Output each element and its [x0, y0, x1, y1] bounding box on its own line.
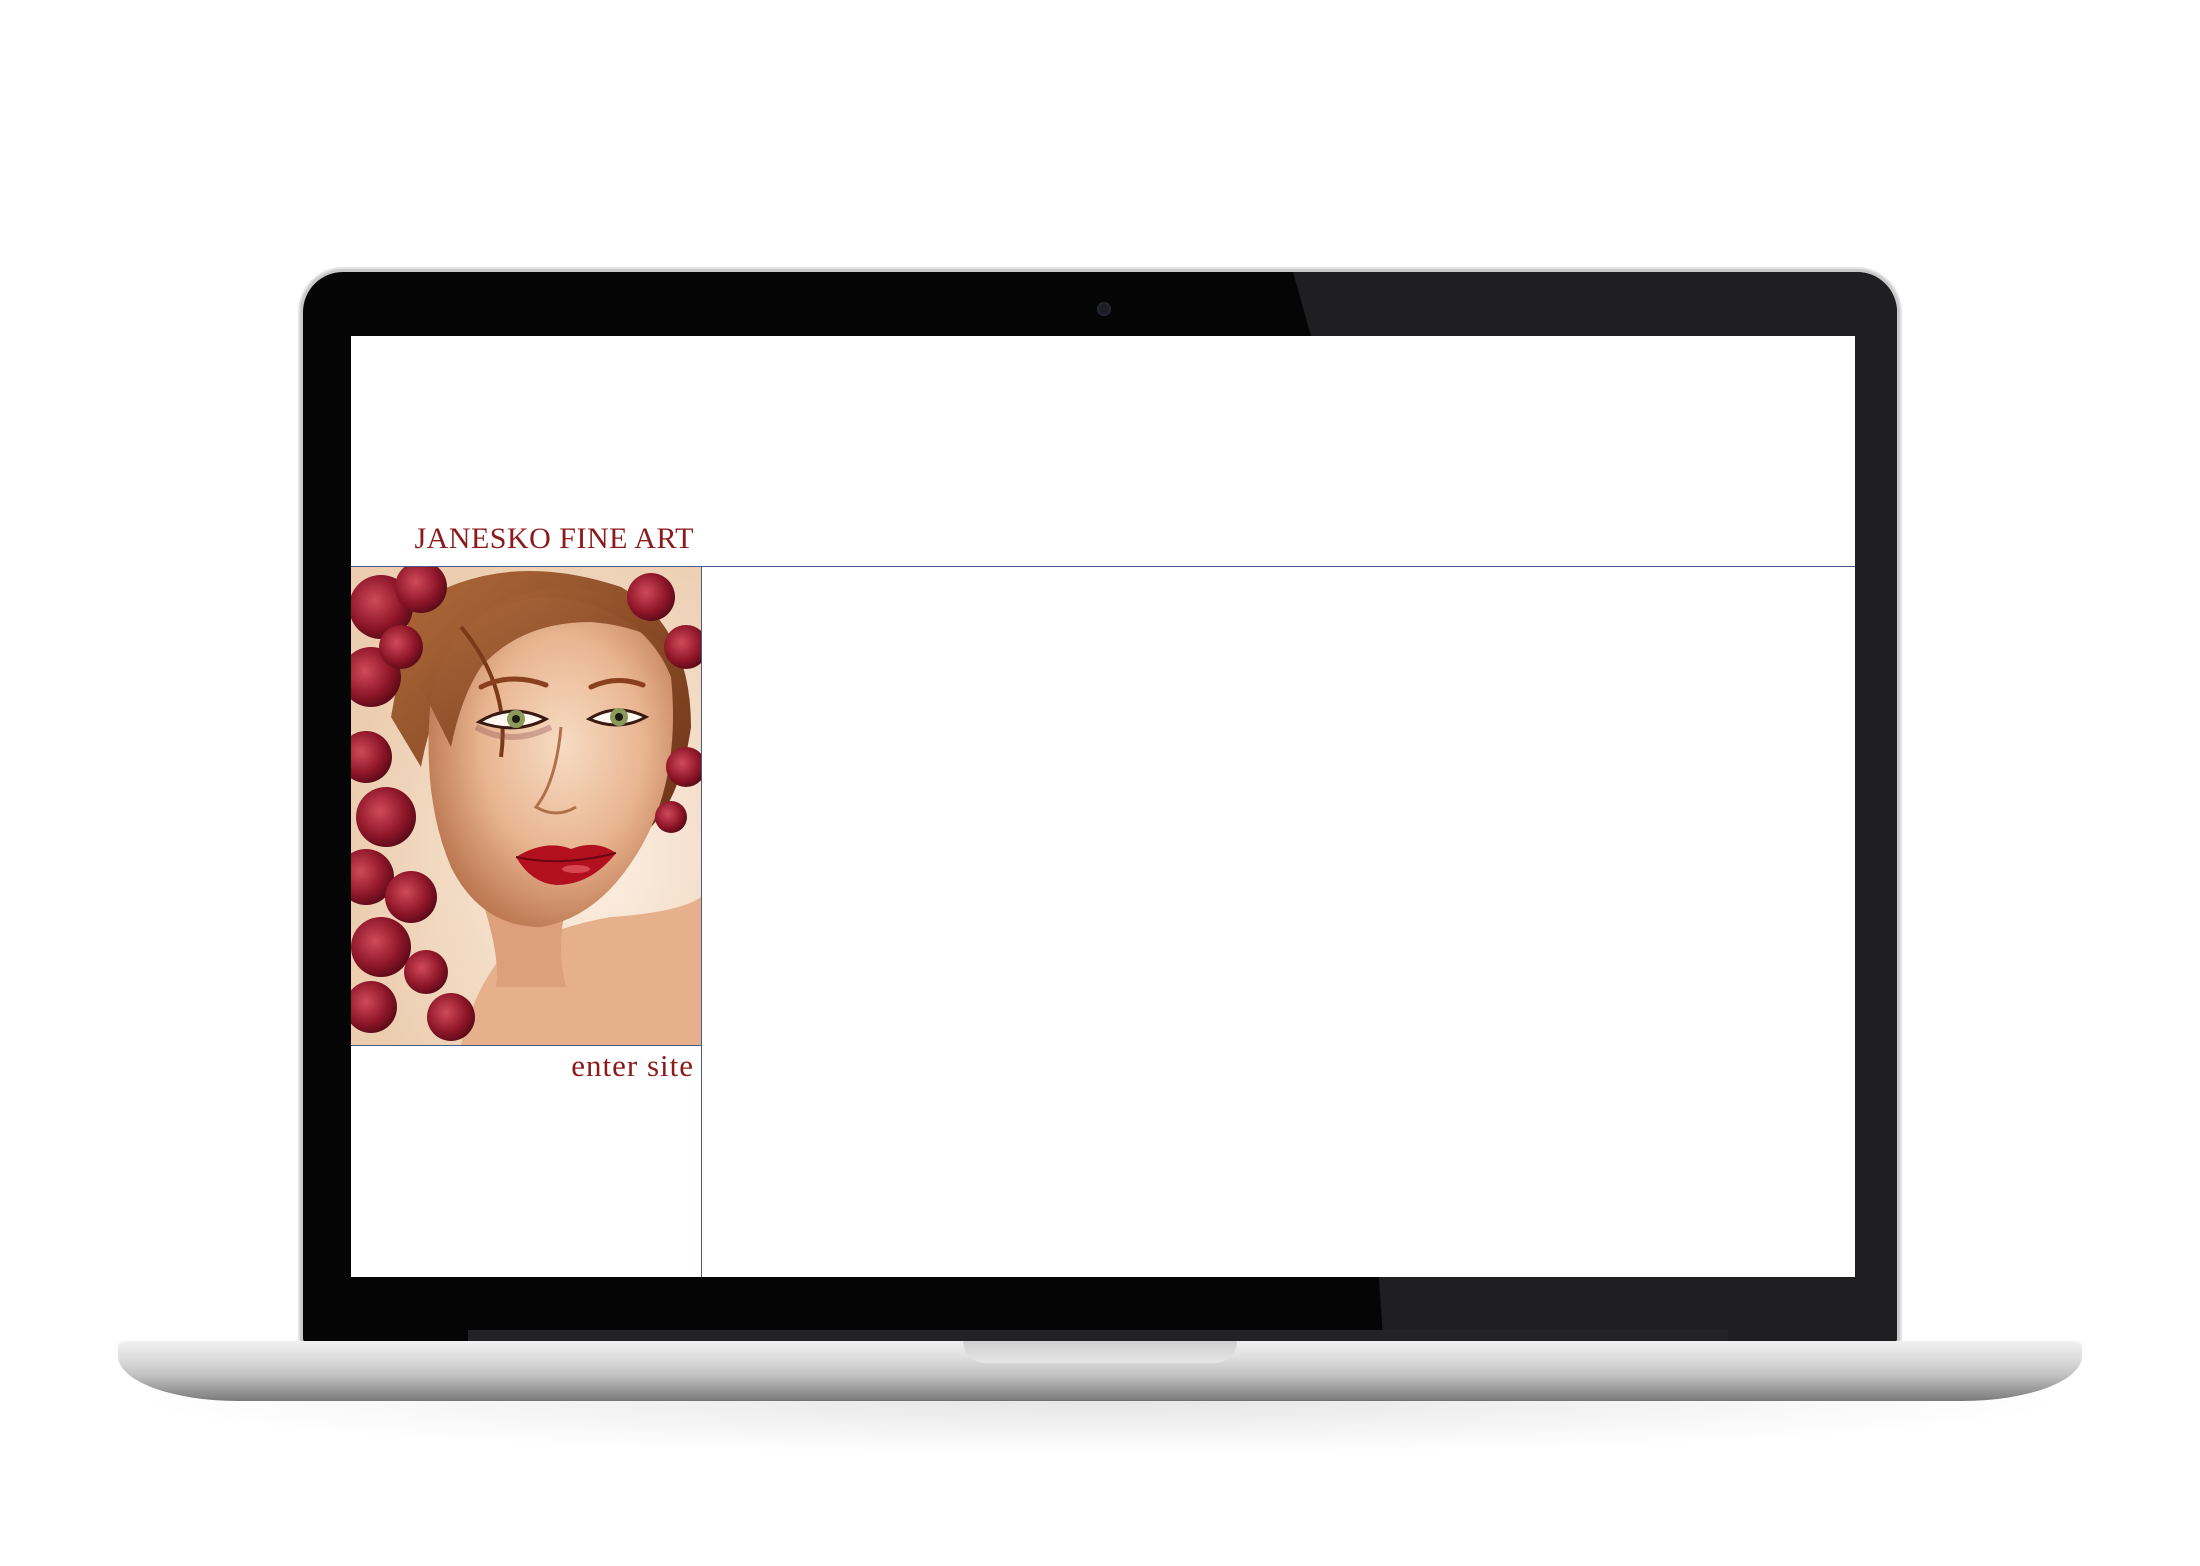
- mockup-stage: JANESKO FINE ART enter site: [0, 0, 2200, 1566]
- site-title: JANESKO FINE ART: [414, 522, 694, 555]
- portrait-painting-icon: [351, 567, 701, 1045]
- base-notch: [963, 1341, 1237, 1363]
- screen: JANESKO FINE ART enter site: [351, 336, 1855, 1277]
- enter-site-link[interactable]: enter site: [351, 1046, 694, 1086]
- base-shadow: [120, 1400, 2080, 1455]
- portrait-image: [351, 567, 701, 1045]
- sidebar-divider: [701, 566, 702, 1277]
- laptop-base: [118, 1341, 2082, 1401]
- camera-icon: [1097, 302, 1111, 316]
- laptop-lid: JANESKO FINE ART enter site: [303, 272, 1897, 1344]
